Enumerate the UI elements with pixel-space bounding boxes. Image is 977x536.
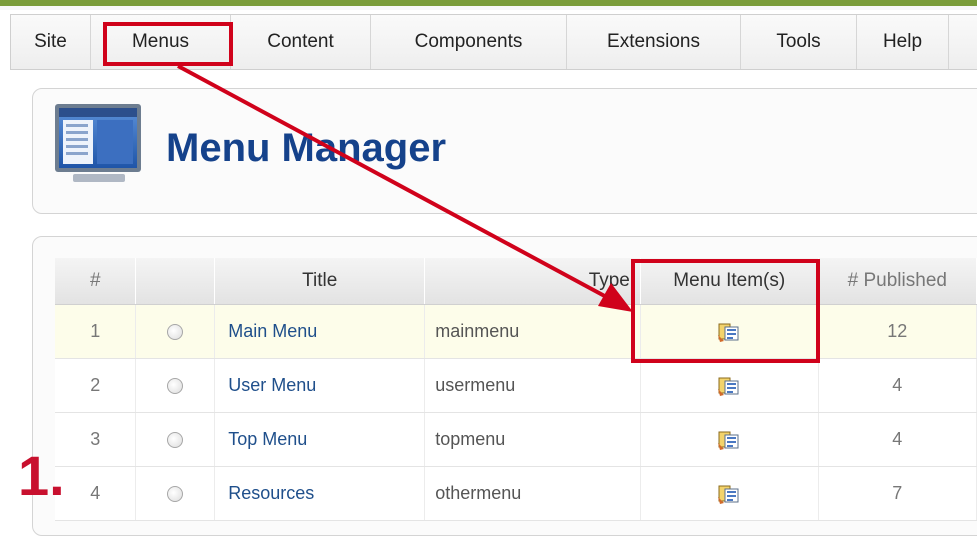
- menu-title-link[interactable]: User Menu: [228, 375, 316, 395]
- col-header-select: [135, 258, 216, 305]
- col-header-number[interactable]: #: [55, 258, 137, 305]
- row-items-cell: [640, 466, 819, 521]
- menu-items-icon[interactable]: [717, 429, 741, 451]
- row-items-cell: [640, 412, 819, 467]
- row-number: 3: [55, 412, 137, 467]
- table-row: 4 Resources othermenu 7: [55, 466, 977, 521]
- col-header-published[interactable]: # Published: [818, 258, 977, 305]
- row-select-radio[interactable]: [167, 432, 184, 449]
- row-number: 1: [55, 304, 137, 359]
- row-title-cell: Resources: [214, 466, 426, 521]
- step-label: 1.: [18, 444, 65, 507]
- table-row: 2 User Menu usermenu 4: [55, 358, 977, 413]
- row-select-cell: [135, 358, 216, 413]
- table-row: 3 Top Menu topmenu 4: [55, 412, 977, 467]
- table-header-row: # Title Type Menu Item(s) # Published: [55, 258, 977, 305]
- row-published: 7: [818, 466, 977, 521]
- menu-extensions[interactable]: Extensions: [567, 15, 741, 69]
- page-title: Menu Manager: [166, 126, 447, 170]
- row-type-cell: usermenu: [424, 358, 641, 413]
- row-select-cell: [135, 412, 216, 467]
- menu-title-link[interactable]: Main Menu: [228, 321, 317, 341]
- row-type-cell: mainmenu: [424, 304, 641, 359]
- menu-items-icon[interactable]: [717, 483, 741, 505]
- menu-components[interactable]: Components: [371, 15, 567, 69]
- menu-title-link[interactable]: Top Menu: [228, 429, 307, 449]
- highlight-box-menus: [103, 22, 233, 66]
- row-select-radio[interactable]: [167, 486, 184, 503]
- table-row: 1 Main Menu mainmenu 12: [55, 304, 977, 359]
- top-border-gap: [0, 6, 977, 10]
- menu-tools[interactable]: Tools: [741, 15, 857, 69]
- row-select-cell: [135, 466, 216, 521]
- col-header-title[interactable]: Title: [214, 258, 426, 305]
- menu-help[interactable]: Help: [857, 15, 949, 69]
- menu-type: topmenu: [435, 429, 506, 449]
- row-type-cell: topmenu: [424, 412, 641, 467]
- row-number: 4: [55, 466, 137, 521]
- row-number: 2: [55, 358, 137, 413]
- row-published: 4: [818, 358, 977, 413]
- menu-site[interactable]: Site: [11, 15, 91, 69]
- row-published: 4: [818, 412, 977, 467]
- menu-type: mainmenu: [435, 321, 520, 341]
- highlight-box-menu-items: [631, 259, 820, 363]
- menu-title-link[interactable]: Resources: [228, 483, 314, 503]
- row-title-cell: User Menu: [214, 358, 426, 413]
- menu-content[interactable]: Content: [231, 15, 371, 69]
- row-title-cell: Top Menu: [214, 412, 426, 467]
- row-select-cell: [135, 304, 216, 359]
- menu-type: othermenu: [435, 483, 522, 503]
- row-items-cell: [640, 358, 819, 413]
- row-select-radio[interactable]: [167, 378, 184, 395]
- menu-table: # Title Type Menu Item(s) # Published 1 …: [55, 258, 977, 521]
- row-type-cell: othermenu: [424, 466, 641, 521]
- row-title-cell: Main Menu: [214, 304, 426, 359]
- menu-items-icon[interactable]: [717, 375, 741, 397]
- col-header-type[interactable]: Type: [424, 258, 641, 305]
- row-published: 12: [818, 304, 977, 359]
- menu-type: usermenu: [435, 375, 516, 395]
- row-select-radio[interactable]: [167, 324, 184, 341]
- menu-manager-icon: [55, 104, 141, 182]
